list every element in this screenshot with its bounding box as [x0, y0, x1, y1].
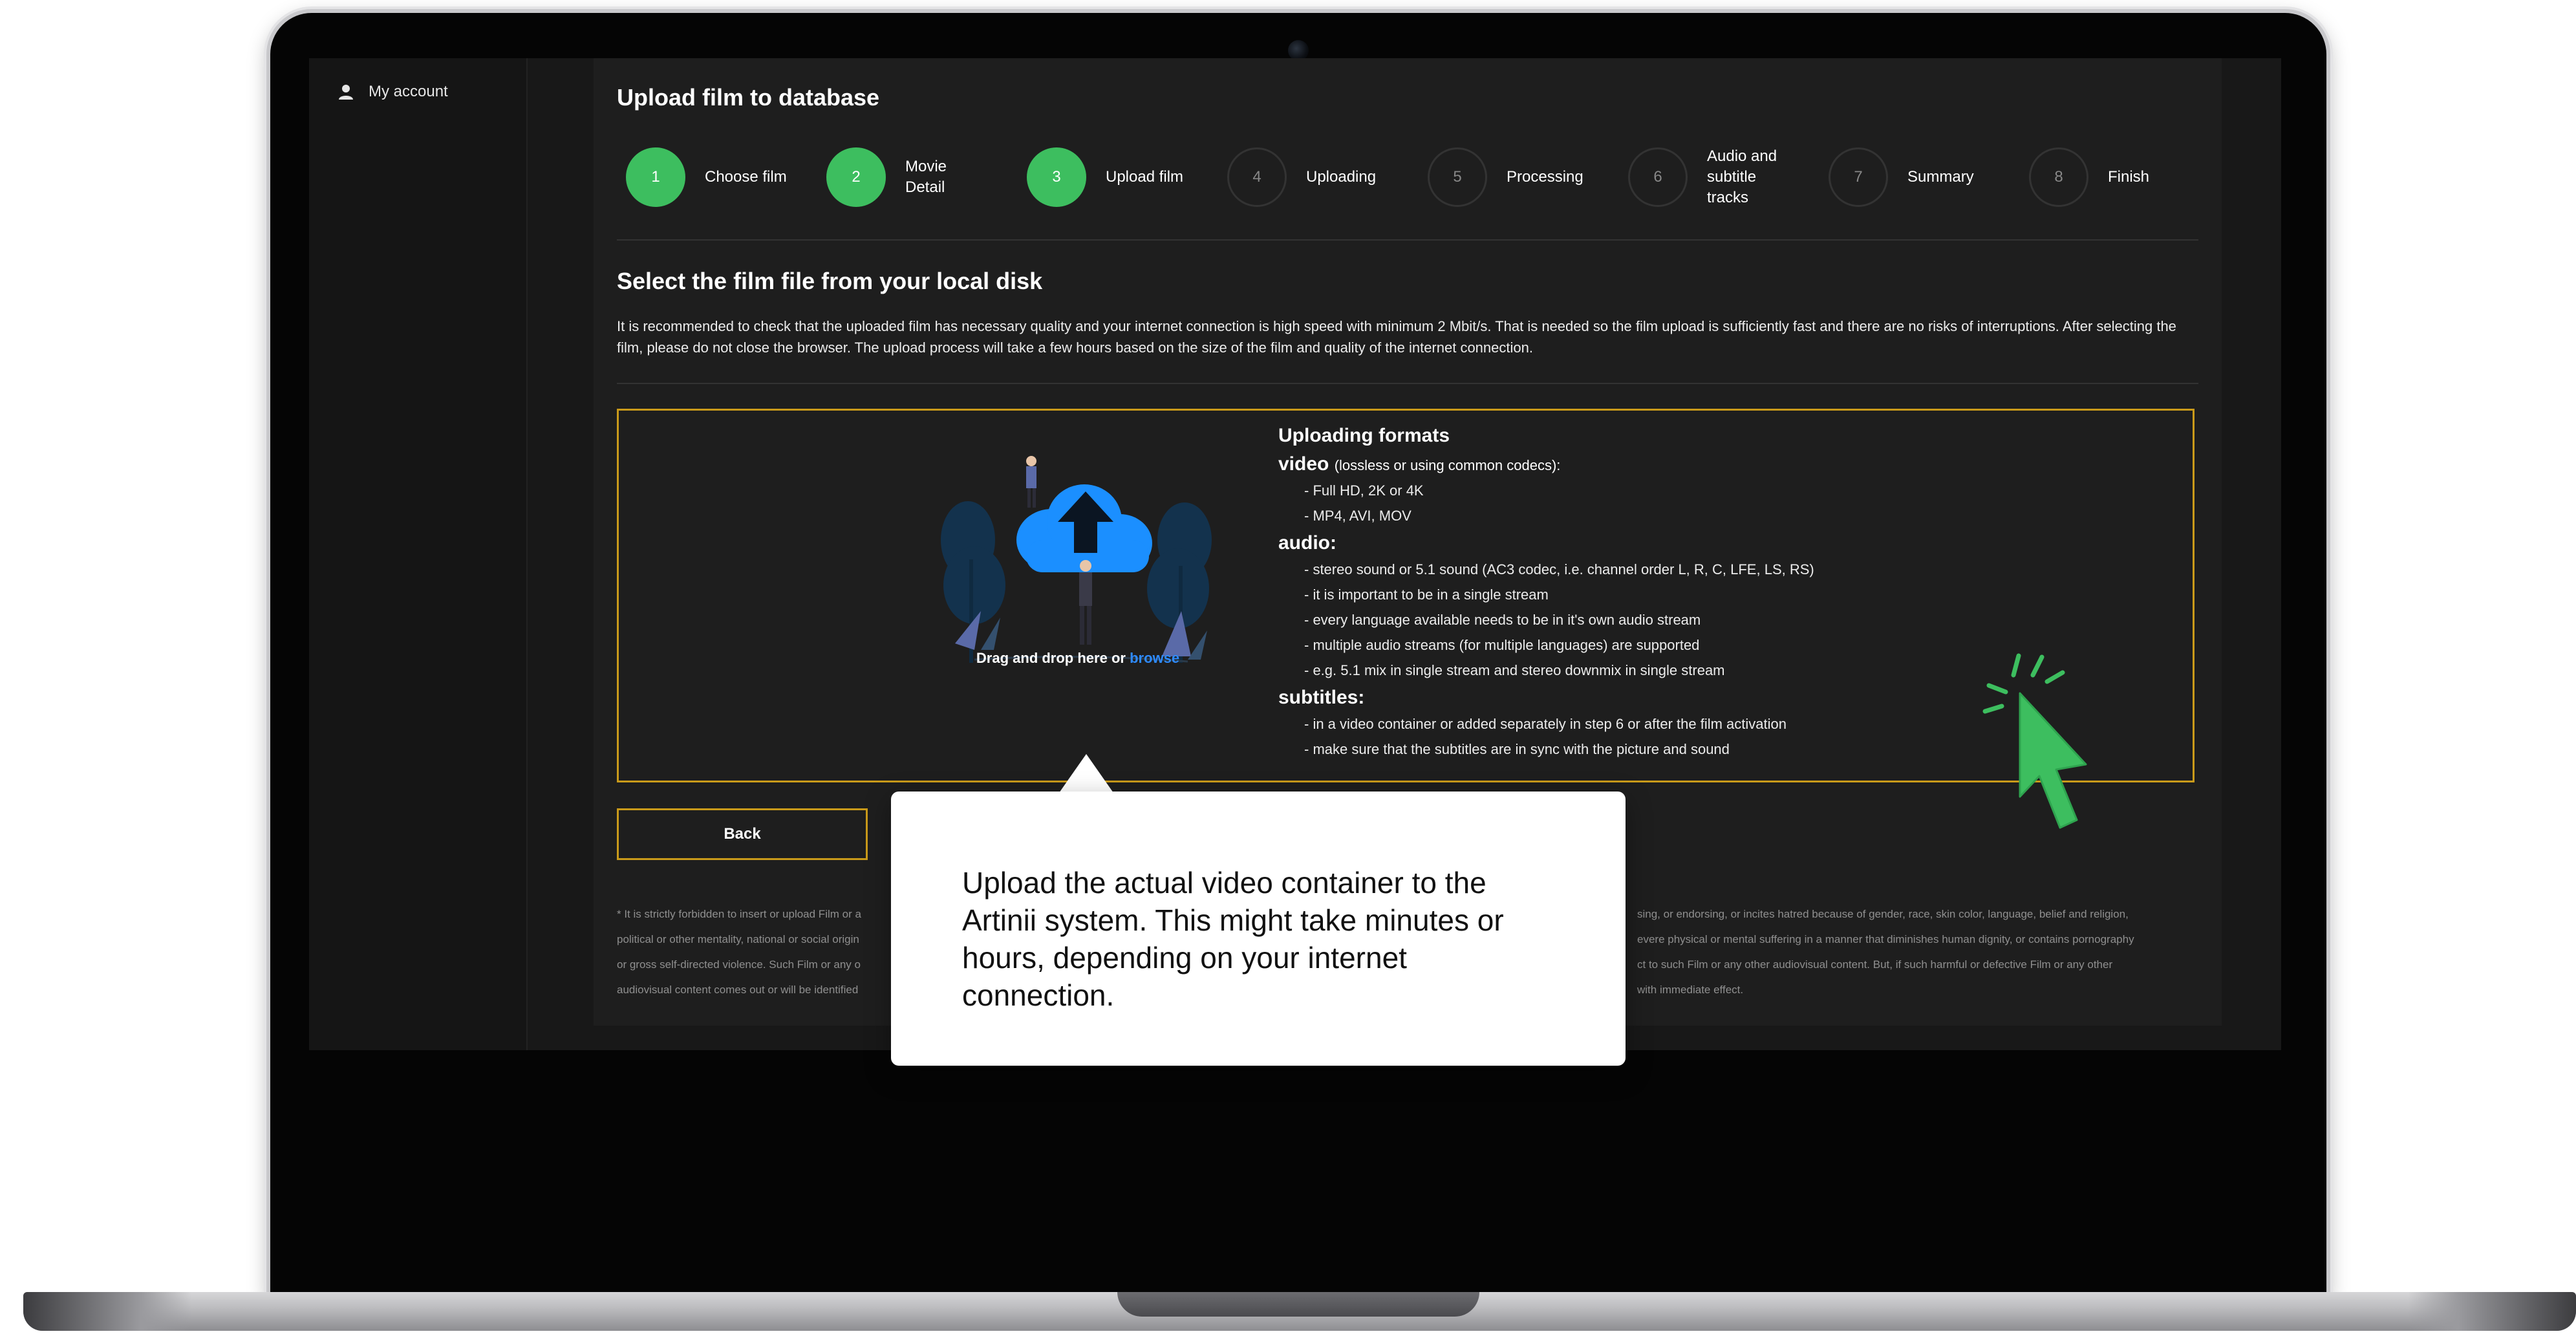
laptop-base-edge-right: [2408, 1292, 2576, 1331]
uploading-formats: Uploading formats video (lossless or usi…: [1278, 425, 1925, 762]
subtitles-heading: subtitles:: [1278, 687, 1365, 708]
step-number: 7: [1829, 147, 1888, 207]
format-item: - multiple audio streams (for multiple l…: [1304, 637, 1700, 653]
sidebar: My account: [309, 58, 528, 1050]
legal-line-left: * It is strictly forbidden to insert or …: [617, 908, 861, 920]
format-item: - e.g. 5.1 mix in single stream and ster…: [1304, 662, 1725, 678]
back-button[interactable]: Back: [617, 808, 868, 860]
step-number: 1: [626, 147, 685, 207]
divider: [617, 383, 2198, 384]
legal-line-right: sing, or endorsing, or incites hatred be…: [1637, 908, 2129, 920]
legal-line-right: ct to such Film or any other audiovisual…: [1637, 958, 2113, 971]
step-label: Processing: [1507, 168, 1583, 186]
legal-line-left: or gross self-directed violence. Such Fi…: [617, 958, 861, 971]
my-account-link[interactable]: My account: [338, 83, 448, 101]
legal-line-right: with immediate effect.: [1637, 984, 1744, 996]
step-number: 8: [2029, 147, 2088, 207]
stepper: 1 Choose film 2 Movie Detail 3 Upload fi…: [594, 136, 2222, 219]
format-item: - stereo sound or 5.1 sound (AC3 codec, …: [1304, 561, 1814, 577]
step-2[interactable]: 2 Movie Detail: [826, 136, 989, 219]
section-title: Select the film file from your local dis…: [617, 268, 1043, 294]
step-number: 6: [1628, 147, 1688, 207]
step-label: Choose film: [705, 168, 787, 186]
step-number: 2: [826, 147, 886, 207]
tooltip-text: Upload the actual video container to the…: [962, 866, 1504, 1012]
tooltip-arrow: [1059, 754, 1113, 793]
legal-line-right: evere physical or mental suffering in a …: [1637, 933, 2134, 945]
laptop-base-edge-left: [23, 1292, 191, 1331]
step-number: 4: [1227, 147, 1287, 207]
laptop-notch: [1117, 1292, 1479, 1317]
my-account-label: My account: [369, 83, 448, 100]
format-item: - make sure that the subtitles are in sy…: [1304, 741, 1730, 757]
cloud-upload-illustration[interactable]: [936, 443, 1220, 727]
step-1[interactable]: 1 Choose film: [626, 136, 789, 219]
step-3[interactable]: 3 Upload film: [1027, 136, 1190, 219]
step-5: 5 Processing: [1428, 136, 1591, 219]
tooltip-callout: Upload the actual video container to the…: [891, 792, 1626, 1066]
page-title: Upload film to database: [617, 84, 880, 111]
step-label: Upload film: [1106, 168, 1184, 186]
format-item: - in a video container or added separate…: [1304, 716, 1787, 732]
user-icon: [339, 85, 353, 100]
step-4: 4 Uploading: [1227, 136, 1390, 219]
dropzone-instruction: Drag and drop here or: [976, 650, 1130, 666]
step-label: Uploading: [1306, 168, 1377, 186]
format-item: - every language available needs to be i…: [1304, 612, 1701, 628]
step-7: 7 Summary: [1829, 136, 1991, 219]
step-number: 5: [1428, 147, 1487, 207]
browse-link[interactable]: browse: [1130, 650, 1179, 666]
formats-title: Uploading formats: [1278, 425, 1450, 446]
section-description: It is recommended to check that the uplo…: [617, 318, 2176, 356]
video-note: (lossless or using common codecs):: [1334, 457, 1561, 473]
legal-line-left: political or other mentality, national o…: [617, 933, 859, 945]
step-label: Movie Detail: [905, 158, 947, 196]
step-label: Summary: [1907, 168, 1974, 186]
video-label: video: [1278, 453, 1329, 475]
legal-line-left: audiovisual content comes out or will be…: [617, 984, 859, 996]
step-6: 6 Audio and subtitle tracks: [1628, 136, 1791, 219]
click-cursor-icon: [1982, 653, 2087, 829]
step-8: 8 Finish: [2029, 136, 2192, 219]
video-heading: video (lossless or using common codecs):: [1278, 453, 1925, 475]
divider: [617, 239, 2198, 241]
step-label: Finish: [2108, 168, 2150, 186]
format-item: - Full HD, 2K or 4K: [1304, 482, 1424, 499]
format-item: - it is important to be in a single stre…: [1304, 587, 1549, 603]
step-label: Audio and subtitle tracks: [1707, 147, 1777, 206]
step-number: 3: [1027, 147, 1086, 207]
audio-heading: audio:: [1278, 532, 1336, 554]
format-item: - MP4, AVI, MOV: [1304, 508, 1411, 524]
dropzone-text: Drag and drop here or browse: [852, 650, 1304, 667]
upload-dropzone-box[interactable]: Drag and drop here or browse Uploading f…: [617, 409, 2195, 782]
